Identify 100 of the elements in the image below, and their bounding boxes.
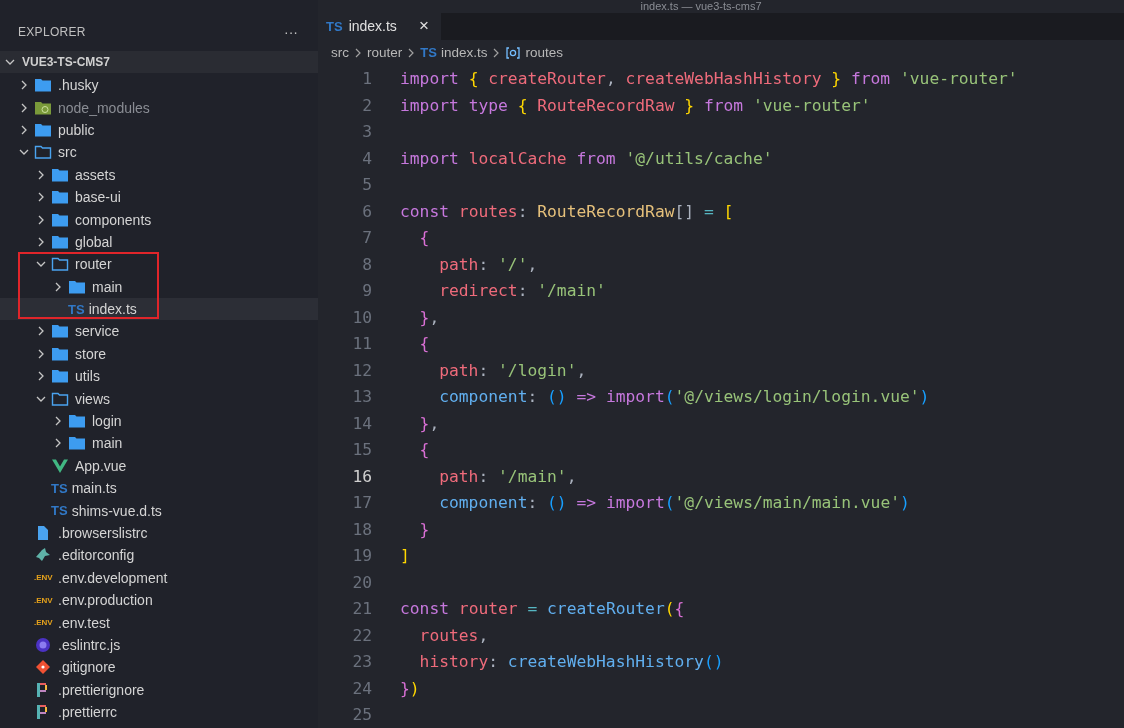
tree-item[interactable]: global	[0, 230, 318, 254]
folder-icon	[68, 278, 86, 295]
line-number: 7	[361, 228, 372, 248]
editor-tab[interactable]: TS index.ts ×	[318, 13, 441, 40]
line-number: 10	[351, 307, 372, 327]
line-number: 21	[351, 599, 372, 619]
folder-icon	[34, 77, 52, 94]
folder-icon	[68, 435, 86, 452]
tree-item[interactable]: router	[0, 253, 318, 276]
typescript-icon: TS	[51, 503, 68, 519]
tree-item[interactable]: src	[0, 141, 318, 164]
tree-item[interactable]: assets	[0, 163, 318, 186]
folder-icon	[34, 121, 52, 138]
env-icon: .ENV	[34, 618, 54, 628]
tree-item[interactable]: .ENV .env.development	[0, 566, 318, 589]
tree-item[interactable]: .eslintrc.js	[0, 633, 318, 657]
tree-item[interactable]: service	[0, 320, 318, 343]
tree-item[interactable]: .editorconfig	[0, 544, 318, 567]
tree-item[interactable]: node_modules	[0, 96, 318, 119]
tree-item[interactable]: .ENV .env.production	[0, 589, 318, 612]
explorer-title: EXPLORER	[18, 24, 86, 39]
code-line: import localCache from '@/utils/cache'	[400, 148, 773, 168]
typescript-icon: TS	[420, 45, 437, 61]
open-folder-icon	[34, 144, 52, 161]
tree-item[interactable]: main	[0, 432, 318, 455]
line-number: 17	[351, 493, 372, 513]
tree-item[interactable]: components	[0, 208, 318, 231]
line-number: 25	[351, 705, 372, 725]
tree-item[interactable]: views	[0, 387, 318, 410]
folder-icon	[51, 323, 69, 340]
package-folder-icon	[34, 99, 52, 116]
line-number: 8	[361, 254, 372, 274]
chevron-icon	[353, 46, 363, 59]
tree-item[interactable]: public	[0, 118, 318, 142]
code-line: {	[418, 440, 430, 460]
code-line: }	[418, 519, 430, 539]
git-icon	[34, 659, 52, 676]
folder-icon	[51, 368, 69, 385]
line-number: 9	[361, 281, 372, 301]
code-line: const router = createRouter({	[400, 599, 685, 619]
typescript-icon: TS	[51, 480, 68, 496]
folder-icon	[51, 211, 69, 228]
line-number: 22	[351, 625, 372, 645]
tree-item[interactable]: store	[0, 342, 318, 366]
code-line: path: '/login',	[438, 360, 587, 380]
tree-item[interactable]: .ENV .env.test	[0, 611, 318, 634]
tree-item[interactable]: .husky	[0, 74, 318, 97]
folder-icon	[51, 166, 69, 183]
typescript-icon: TS	[68, 301, 85, 317]
vue-icon	[51, 457, 69, 474]
code-line: },	[418, 307, 440, 327]
code-line: routes,	[418, 625, 489, 645]
code-line: component: () => import('@/views/main/main.vue')	[438, 493, 910, 513]
env-icon: .ENV	[34, 573, 54, 583]
line-number: 4	[361, 148, 372, 168]
code-line: ]	[400, 546, 410, 566]
line-number: 16	[351, 466, 372, 486]
line-number: 1	[361, 69, 372, 89]
breadcrumb-item[interactable]: index.ts	[440, 45, 488, 61]
line-number: 2	[361, 95, 372, 115]
line-number: 5	[361, 175, 372, 195]
line-number: 23	[351, 652, 372, 672]
breadcrumb-item[interactable]: router	[367, 45, 403, 61]
open-folder-icon	[51, 256, 69, 273]
tree-item[interactable]: main	[0, 275, 318, 298]
folder-icon	[51, 345, 69, 362]
folder-icon	[51, 233, 69, 250]
open-folder-icon	[51, 390, 69, 407]
tree-item[interactable]: login	[0, 409, 318, 433]
tree-item[interactable]: utils	[0, 365, 318, 388]
project-header[interactable]: VUE3-TS-CMS7	[0, 51, 318, 73]
line-number: 13	[351, 387, 372, 407]
code-line: },	[418, 413, 440, 433]
tree-item[interactable]: TS main.ts	[0, 477, 318, 500]
line-number: 18	[351, 519, 372, 539]
code-line: import { createRouter, createWebHashHistory } from 'vue-router'	[400, 69, 1018, 89]
tree-item[interactable]: .prettierrc	[0, 700, 318, 724]
line-number: 15	[351, 440, 372, 460]
tree-item[interactable]: base-ui	[0, 185, 318, 209]
breadcrumb-item[interactable]: routes	[525, 45, 563, 61]
tree-item[interactable]: .prettierignore	[0, 678, 318, 701]
breadcrumb-item[interactable]: src	[331, 45, 349, 61]
line-number: 3	[361, 122, 372, 142]
eslint-icon	[34, 636, 52, 653]
line-number: 6	[361, 201, 372, 221]
env-icon: .ENV	[34, 595, 54, 605]
code-line: redirect: '/main'	[438, 281, 606, 301]
code-line: {	[418, 228, 430, 248]
tree-item[interactable]: TS shims-vue.d.ts	[0, 499, 318, 522]
line-number: 11	[351, 334, 372, 354]
folder-icon	[51, 189, 69, 206]
code-line: {	[418, 334, 430, 354]
code-line: import type { RouteRecordRaw } from 'vue-router'	[400, 95, 871, 115]
more-actions-button[interactable]: ···	[282, 23, 300, 40]
tree-item[interactable]: TS index.ts	[0, 297, 318, 321]
tree-item[interactable]: .gitignore	[0, 656, 318, 679]
code-line: const routes: RouteRecordRaw[] = [	[400, 201, 734, 221]
tree-item[interactable]: .browserslistrc	[0, 521, 318, 545]
line-number: 20	[351, 572, 372, 592]
tree-item[interactable]: App.vue	[0, 454, 318, 478]
